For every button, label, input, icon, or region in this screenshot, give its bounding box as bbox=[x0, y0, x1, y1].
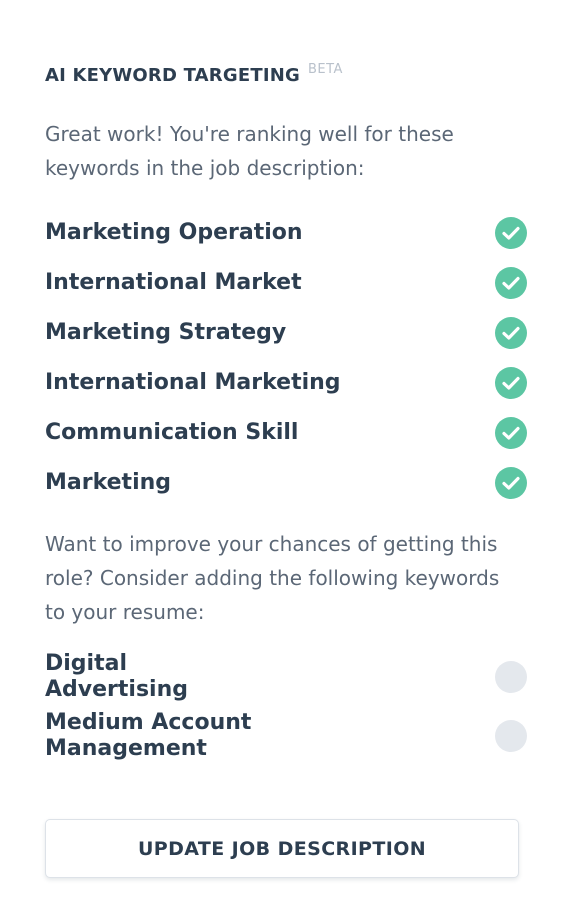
check-circle-icon bbox=[495, 267, 527, 299]
matched-keyword-row: International Market bbox=[45, 258, 529, 308]
check-circle-icon bbox=[495, 217, 527, 249]
panel-title: AI KEYWORD TARGETING bbox=[45, 65, 300, 86]
keyword-label: Medium Account Management bbox=[45, 710, 252, 761]
keyword-label: International Marketing bbox=[45, 370, 341, 395]
check-circle-icon bbox=[495, 367, 527, 399]
check-circle-icon bbox=[495, 417, 527, 449]
beta-badge: BETA bbox=[307, 62, 343, 77]
empty-circle-icon bbox=[495, 720, 527, 752]
check-circle-icon bbox=[495, 467, 527, 499]
keyword-targeting-panel: AI KEYWORD TARGETING BETA Great work! Yo… bbox=[0, 0, 564, 922]
matched-keyword-list: Marketing Operation International Market… bbox=[45, 208, 529, 508]
keyword-label: Marketing bbox=[45, 470, 172, 495]
matched-keyword-row: Marketing bbox=[45, 458, 529, 508]
keyword-label: Marketing Strategy bbox=[45, 320, 287, 345]
missing-keyword-row: Digital Advertising bbox=[45, 651, 529, 702]
check-circle-icon bbox=[495, 317, 527, 349]
update-job-description-button[interactable]: UPDATE JOB DESCRIPTION bbox=[45, 819, 519, 878]
matched-keyword-row: International Marketing bbox=[45, 358, 529, 408]
matched-keyword-row: Marketing Strategy bbox=[45, 308, 529, 358]
empty-circle-icon bbox=[495, 661, 527, 693]
keyword-label: International Market bbox=[45, 270, 302, 295]
missing-keyword-row: Medium Account Management bbox=[45, 700, 529, 772]
matched-keyword-row: Communication Skill bbox=[45, 408, 529, 458]
suggestion-text: Want to improve your chances of getting … bbox=[45, 532, 500, 624]
keyword-label: Communication Skill bbox=[45, 420, 299, 445]
matched-keyword-row: Marketing Operation bbox=[45, 208, 529, 258]
panel-header: AI KEYWORD TARGETING BETA bbox=[45, 62, 343, 90]
keyword-label: Marketing Operation bbox=[45, 220, 303, 245]
missing-keyword-list: Digital Advertising Medium Account Manag… bbox=[45, 651, 529, 772]
intro-text: Great work! You're ranking well for thes… bbox=[45, 122, 454, 180]
keyword-label: Digital Advertising bbox=[45, 651, 188, 702]
